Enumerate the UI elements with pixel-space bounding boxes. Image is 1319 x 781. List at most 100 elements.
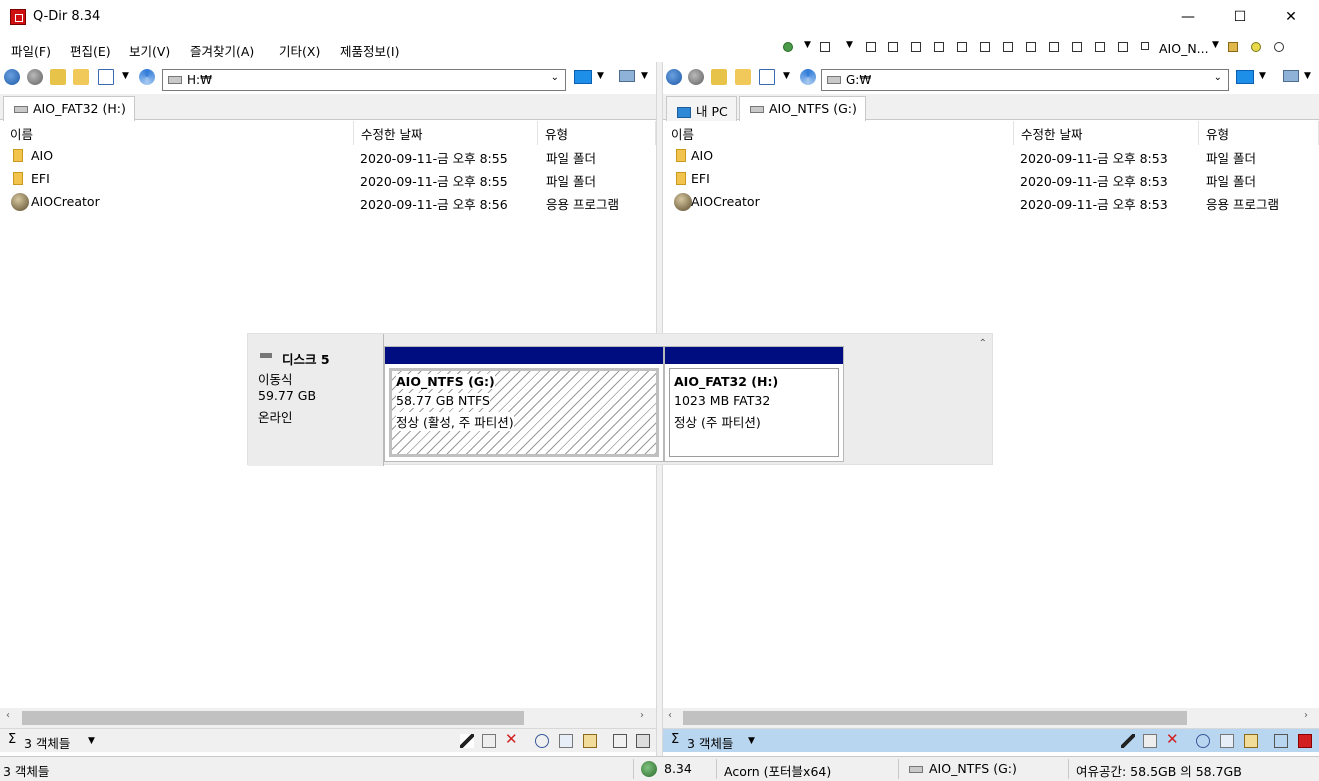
edit-icon[interactable] [613,734,627,748]
column-name[interactable]: 이름 [3,121,354,145]
right-horizontal-scrollbar[interactable]: ‹ › [663,708,1319,728]
view-mode-icon[interactable] [759,69,775,85]
copy-icon[interactable] [559,734,573,748]
scroll-right-arrow-icon[interactable]: › [640,710,644,721]
minimize-button[interactable]: — [1165,0,1211,34]
object-count[interactable]: 3 객체들 [687,733,733,752]
layout-icon[interactable] [1095,42,1105,52]
chevron-down-icon[interactable]: ▼ [641,71,648,81]
layout-icon[interactable] [1026,42,1036,52]
forward-arrow-icon[interactable] [27,69,43,85]
layout-icon[interactable] [957,42,967,52]
menu-view[interactable]: 보기(V) [129,41,170,60]
install-icon[interactable] [1141,42,1149,50]
new-folder-icon[interactable] [735,69,751,85]
chevron-down-icon[interactable]: ⌄ [1214,72,1222,83]
back-arrow-icon[interactable] [4,69,20,85]
tab-aio-fat32[interactable]: AIO_FAT32 (H:) [3,96,135,121]
left-address-bar[interactable]: H:₩ ⌄ [162,69,566,91]
edit-icon[interactable] [1274,734,1288,748]
refresh-icon[interactable] [139,69,155,85]
menu-extras[interactable]: 기타(X) [279,41,320,60]
menu-edit[interactable]: 편집(E) [70,41,111,60]
back-arrow-icon[interactable] [666,69,682,85]
cut-icon[interactable] [535,734,549,748]
monitor-icon[interactable] [1236,70,1254,84]
layout-quad-icon[interactable] [820,42,830,52]
chevron-down-icon[interactable]: ▼ [804,40,811,50]
chevron-down-icon[interactable]: ▼ [88,736,95,746]
chevron-down-icon[interactable]: ▼ [1212,40,1219,50]
chevron-down-icon[interactable]: ▼ [748,736,755,746]
up-folder-icon[interactable] [50,69,66,85]
scroll-right-arrow-icon[interactable]: › [1304,710,1308,721]
chevron-down-icon[interactable]: ⌄ [551,72,559,83]
layout-icon[interactable] [934,42,944,52]
computer-icon[interactable] [619,70,635,82]
computer-icon[interactable] [1283,70,1299,82]
tab-aio-ntfs[interactable]: AIO_NTFS (G:) [739,96,866,121]
chevron-down-icon[interactable]: ▼ [1304,71,1311,81]
mail-icon[interactable] [1143,734,1157,748]
delete-icon[interactable]: ✕ [1166,730,1180,748]
table-row[interactable]: AIO 2020-09-11-금 오후 8:55 파일 폴더 [0,145,656,168]
chevron-down-icon[interactable]: ▼ [597,71,604,81]
table-row[interactable]: AIOCreator 2020-09-11-금 오후 8:56 응용 프로그램 [0,191,656,214]
menu-about[interactable]: 제품정보(I) [340,41,399,60]
left-horizontal-scrollbar[interactable]: ‹ › [0,708,656,728]
scroll-left-arrow-icon[interactable]: ‹ [6,710,10,721]
table-row[interactable]: AIOCreator 2020-09-11-금 오후 8:53 응용 프로그램 [663,191,1319,214]
cut-icon[interactable] [1196,734,1210,748]
paste-icon[interactable] [1244,734,1258,748]
pane-icon[interactable] [636,734,650,748]
column-type[interactable]: 유형 [538,121,656,145]
drive-selector-label[interactable]: AIO_N... [1159,41,1209,56]
scroll-thumb[interactable] [683,711,1187,725]
up-folder-icon[interactable] [711,69,727,85]
forward-arrow-icon[interactable] [688,69,704,85]
layout-icon[interactable] [1118,42,1128,52]
scroll-up-arrow-icon[interactable]: ⌃ [979,338,987,349]
menu-file[interactable]: 파일(F) [11,41,51,60]
new-folder-icon[interactable] [73,69,89,85]
right-address-bar[interactable]: G:₩ ⌄ [821,69,1229,91]
layout-icon[interactable] [888,42,898,52]
column-name[interactable]: 이름 [664,121,1014,145]
menu-favorites[interactable]: 즐겨찾기(A) [190,41,254,60]
object-count[interactable]: 3 객체들 [24,733,70,752]
chevron-down-icon[interactable]: ▼ [1259,71,1266,81]
layout-icon[interactable] [1072,42,1082,52]
layout-icon[interactable] [1003,42,1013,52]
view-mode-icon[interactable] [98,69,114,85]
refresh-icon[interactable] [800,69,816,85]
lightning-icon[interactable] [460,734,474,748]
zoom-icon[interactable] [1274,42,1284,52]
paste-icon[interactable] [583,734,597,748]
column-modified[interactable]: 수정한 날짜 [354,121,538,145]
chevron-down-icon[interactable]: ▼ [122,71,129,81]
globe-icon[interactable] [783,42,793,52]
partition-fat32[interactable]: AIO_FAT32 (H:) 1023 MB FAT32 정상 (주 파티션) [664,346,844,462]
pane-icon[interactable] [1298,734,1312,748]
partition-ntfs[interactable]: AIO_NTFS (G:) 58.77 GB NTFS 정상 (활성, 주 파티… [384,346,664,462]
lightning-icon[interactable] [1121,734,1135,748]
layout-icon[interactable] [911,42,921,52]
chevron-down-icon[interactable]: ▼ [783,71,790,81]
mail-icon[interactable] [482,734,496,748]
delete-icon[interactable]: ✕ [505,730,519,748]
star-icon[interactable] [1251,42,1261,52]
column-type[interactable]: 유형 [1199,121,1319,145]
layout-icon[interactable] [1049,42,1059,52]
scroll-thumb[interactable] [22,711,524,725]
monitor-icon[interactable] [574,70,592,84]
layout-icon[interactable] [980,42,990,52]
copy-icon[interactable] [1220,734,1234,748]
chevron-down-icon[interactable]: ▼ [846,40,853,50]
table-row[interactable]: EFI 2020-09-11-금 오후 8:53 파일 폴더 [663,168,1319,191]
table-row[interactable]: AIO 2020-09-11-금 오후 8:53 파일 폴더 [663,145,1319,168]
close-button[interactable]: ✕ [1268,0,1314,34]
maximize-button[interactable]: ☐ [1217,0,1263,34]
printer-icon[interactable] [1228,42,1238,52]
column-modified[interactable]: 수정한 날짜 [1014,121,1199,145]
layout-icon[interactable] [866,42,876,52]
